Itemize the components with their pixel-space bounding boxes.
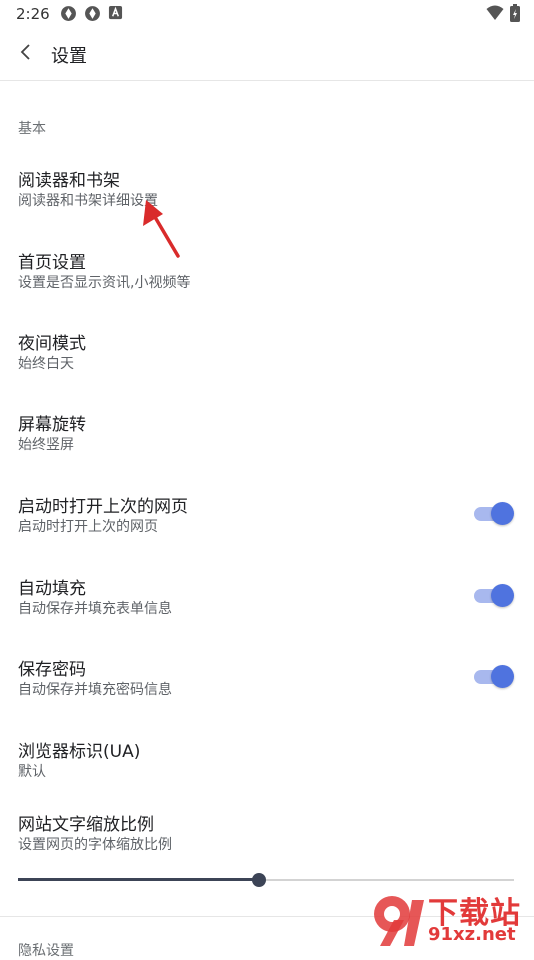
setting-subtitle: 阅读器和书架详细设置	[18, 193, 158, 209]
setting-subtitle: 自动保存并填充表单信息	[18, 601, 172, 617]
setting-screen-rotation[interactable]: 屏幕旋转 始终竖屏	[0, 410, 534, 488]
app-bar: 设置	[0, 28, 534, 81]
toggle-thumb	[491, 502, 514, 525]
save-password-toggle[interactable]	[474, 665, 514, 688]
status-bar: 2:26	[0, 0, 534, 28]
setting-subtitle: 设置是否显示资讯,小视频等	[18, 275, 191, 291]
setting-title: 首页设置	[18, 253, 86, 273]
setting-title: 浏览器标识(UA)	[18, 742, 141, 762]
setting-subtitle: 默认	[18, 764, 46, 780]
autofill-toggle[interactable]	[474, 584, 514, 607]
chevron-left-icon	[19, 43, 33, 65]
setting-save-password[interactable]: 保存密码 自动保存并填充密码信息	[0, 655, 534, 733]
setting-subtitle: 自动保存并填充密码信息	[18, 682, 172, 698]
setting-title: 阅读器和书架	[18, 171, 120, 191]
setting-subtitle: 设置网页的字体缩放比例	[18, 837, 172, 853]
aperture-icon	[84, 5, 101, 26]
toggle-thumb	[491, 584, 514, 607]
section-header-privacy: 隐私设置	[18, 943, 74, 959]
status-icons-left	[60, 5, 123, 26]
setting-title: 夜间模式	[18, 334, 86, 354]
setting-title: 网站文字缩放比例	[18, 815, 154, 835]
setting-user-agent[interactable]: 浏览器标识(UA) 默认	[0, 737, 534, 815]
toggle-thumb	[491, 665, 514, 688]
section-header-basic: 基本	[18, 121, 46, 137]
setting-subtitle: 启动时打开上次的网页	[18, 519, 158, 535]
aperture-icon	[60, 5, 77, 26]
watermark: 下载站 91xz.net	[362, 886, 534, 950]
wifi-icon	[486, 5, 504, 25]
watermark-url: 91xz.net	[428, 924, 516, 945]
setting-reader-bookshelf[interactable]: 阅读器和书架 阅读器和书架详细设置	[0, 166, 534, 244]
restore-last-page-toggle[interactable]	[474, 502, 514, 525]
setting-homepage[interactable]: 首页设置 设置是否显示资讯,小视频等	[0, 248, 534, 326]
watermark-logo	[374, 896, 424, 946]
setting-autofill[interactable]: 自动填充 自动保存并填充表单信息	[0, 574, 534, 652]
slider-knob[interactable]	[252, 873, 266, 887]
setting-restore-last-page[interactable]: 启动时打开上次的网页 启动时打开上次的网页	[0, 492, 534, 570]
page-title: 设置	[51, 46, 87, 67]
setting-subtitle: 始终白天	[18, 356, 74, 372]
battery-icon	[510, 4, 520, 26]
setting-title: 保存密码	[18, 660, 86, 680]
setting-subtitle: 始终竖屏	[18, 437, 74, 453]
font-a-icon	[108, 5, 123, 26]
setting-title: 启动时打开上次的网页	[18, 497, 188, 517]
slider-fill	[18, 878, 259, 881]
setting-title: 屏幕旋转	[18, 415, 86, 435]
status-time: 2:26	[16, 5, 50, 23]
status-icons-right	[486, 4, 520, 26]
setting-title: 自动填充	[18, 579, 86, 599]
back-button[interactable]	[12, 40, 40, 68]
setting-night-mode[interactable]: 夜间模式 始终白天	[0, 329, 534, 407]
